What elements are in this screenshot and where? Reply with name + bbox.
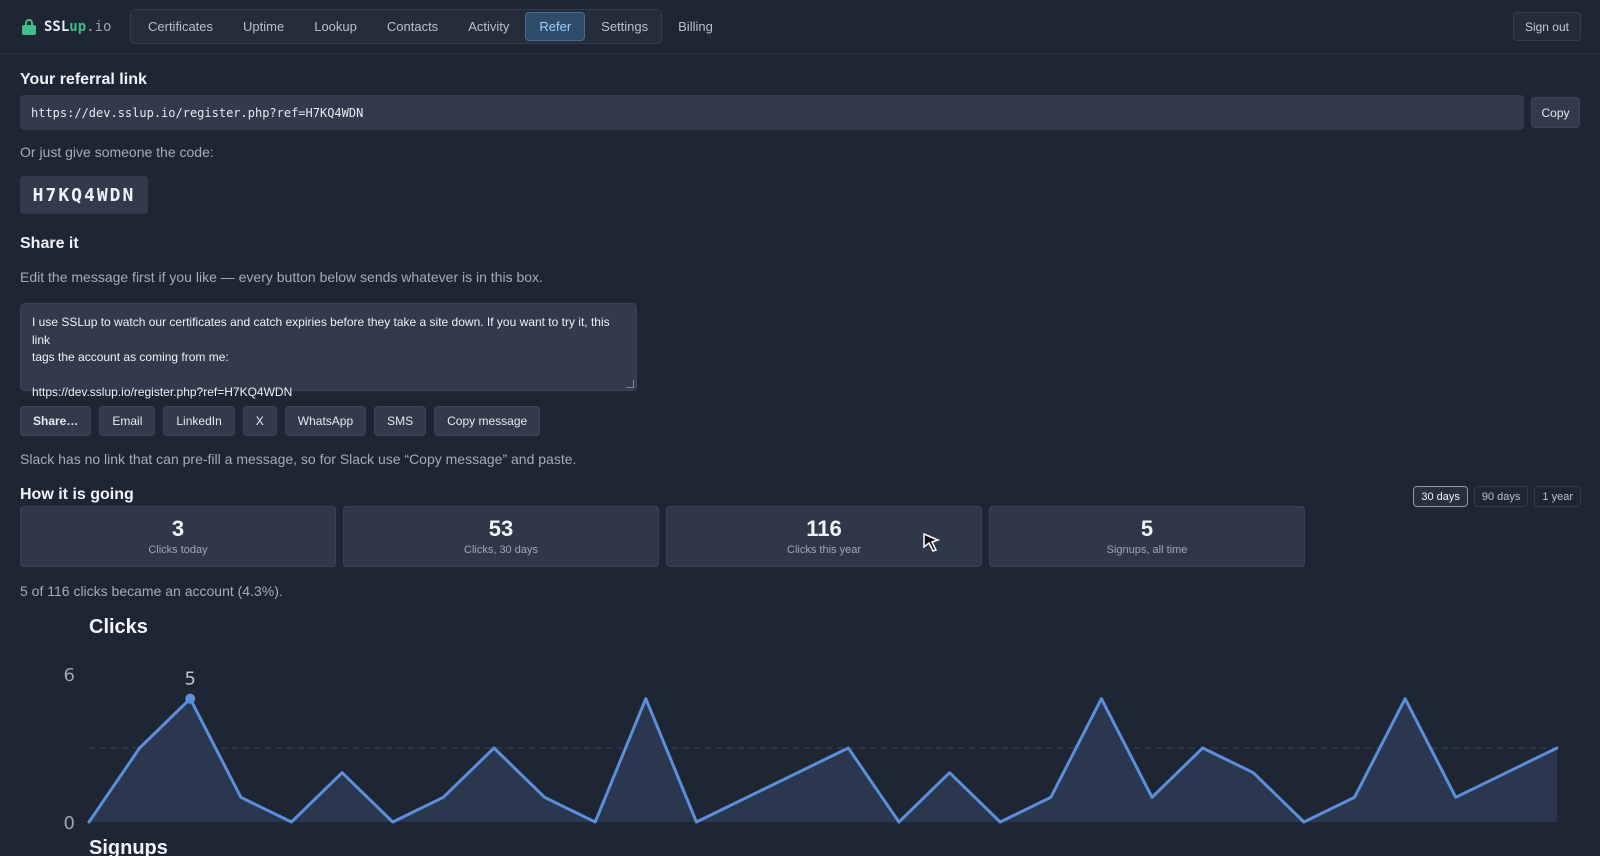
code-hint: Or just give someone the code: <box>20 144 214 160</box>
share-whatsapp-button[interactable]: WhatsApp <box>284 406 367 436</box>
stat-label: Clicks this year <box>787 544 861 556</box>
signups-chart-title: Signups <box>89 837 168 856</box>
stat-value: 116 <box>806 516 842 541</box>
nav-item-lookup[interactable]: Lookup <box>300 12 371 41</box>
referral-code: H7KQ4WDN <box>20 176 148 214</box>
nav-item-uptime[interactable]: Uptime <box>229 12 298 41</box>
top-bar: SSLup.io Certificates Uptime Lookup Cont… <box>0 0 1600 54</box>
nav-item-refer[interactable]: Refer <box>525 12 586 41</box>
range-30-days[interactable]: 30 days <box>1413 486 1468 507</box>
y-tick-label: 6 <box>64 665 75 686</box>
message-line: tags the account as coming from me: <box>32 350 229 364</box>
stat-value: 5 <box>1140 516 1154 541</box>
share-hint: Edit the message first if you like — eve… <box>20 269 543 285</box>
clicks-chart: 5 0 6 <box>64 665 1559 832</box>
share-x-button[interactable]: X <box>242 406 277 436</box>
nav-item-activity[interactable]: Activity <box>454 12 523 41</box>
stat-value: 53 <box>488 516 514 541</box>
stat-label: Clicks today <box>148 544 208 556</box>
share-message-textarea[interactable]: I use SSLup to watch our certificates an… <box>20 303 637 399</box>
copy-message-button[interactable]: Copy message <box>434 406 541 436</box>
copy-link-button[interactable]: Copy <box>1531 97 1580 128</box>
main-nav: Certificates Uptime Lookup Contacts Acti… <box>130 9 713 44</box>
stat-cards: 3 Clicks today 53 Clicks, 30 days 116 Cl… <box>20 506 1305 567</box>
range-90-days[interactable]: 90 days <box>1473 486 1529 507</box>
stats-heading: How it is going <box>20 486 134 503</box>
nav-item-billing[interactable]: Billing <box>664 12 727 41</box>
resize-handle-icon[interactable] <box>626 380 634 388</box>
nav-item-contacts[interactable]: Contacts <box>373 12 452 41</box>
stat-card-clicks-today: 3 Clicks today <box>20 506 336 567</box>
share-email-button[interactable]: Email <box>99 406 156 436</box>
share-linkedin-button[interactable]: LinkedIn <box>163 406 235 436</box>
lock-icon <box>22 19 36 35</box>
sign-out-button[interactable]: Sign out <box>1512 12 1581 41</box>
share-buttons: Share… Email LinkedIn X WhatsApp SMS Cop… <box>20 406 541 436</box>
stat-card-clicks-30-days: 53 Clicks, 30 days <box>343 506 659 567</box>
share-native-button[interactable]: Share… <box>20 406 92 436</box>
stat-label: Signups, all time <box>1106 544 1188 556</box>
message-line: https://dev.sslup.io/register.php?ref=H7… <box>32 384 293 399</box>
highlighted-point <box>185 693 196 704</box>
y-tick-label: 0 <box>64 813 75 832</box>
referral-heading: Your referral link <box>20 71 147 88</box>
brand-name: SSLup.io <box>44 19 112 35</box>
slack-note: Slack has no link that can pre-fill a me… <box>20 451 577 467</box>
conversion-text: 5 of 116 clicks became an account (4.3%)… <box>20 583 283 599</box>
mouse-cursor-icon <box>923 532 941 552</box>
stat-value: 3 <box>171 516 185 541</box>
point-value-label: 5 <box>185 669 196 690</box>
brand-logo[interactable]: SSLup.io <box>22 17 111 37</box>
nav-item-certificates[interactable]: Certificates <box>134 12 227 41</box>
share-sms-button[interactable]: SMS <box>374 406 427 436</box>
message-line: I use SSLup to watch our certificates an… <box>32 315 610 347</box>
referral-link-field[interactable]: https://dev.sslup.io/register.php?ref=H7… <box>20 95 1524 130</box>
nav-item-settings[interactable]: Settings <box>587 12 662 41</box>
share-heading: Share it <box>20 235 79 252</box>
stat-card-signups: 5 Signups, all time <box>989 506 1305 567</box>
range-1-year[interactable]: 1 year <box>1534 486 1581 507</box>
range-selector: 30 days 90 days 1 year <box>1413 486 1581 507</box>
stat-label: Clicks, 30 days <box>464 544 538 556</box>
